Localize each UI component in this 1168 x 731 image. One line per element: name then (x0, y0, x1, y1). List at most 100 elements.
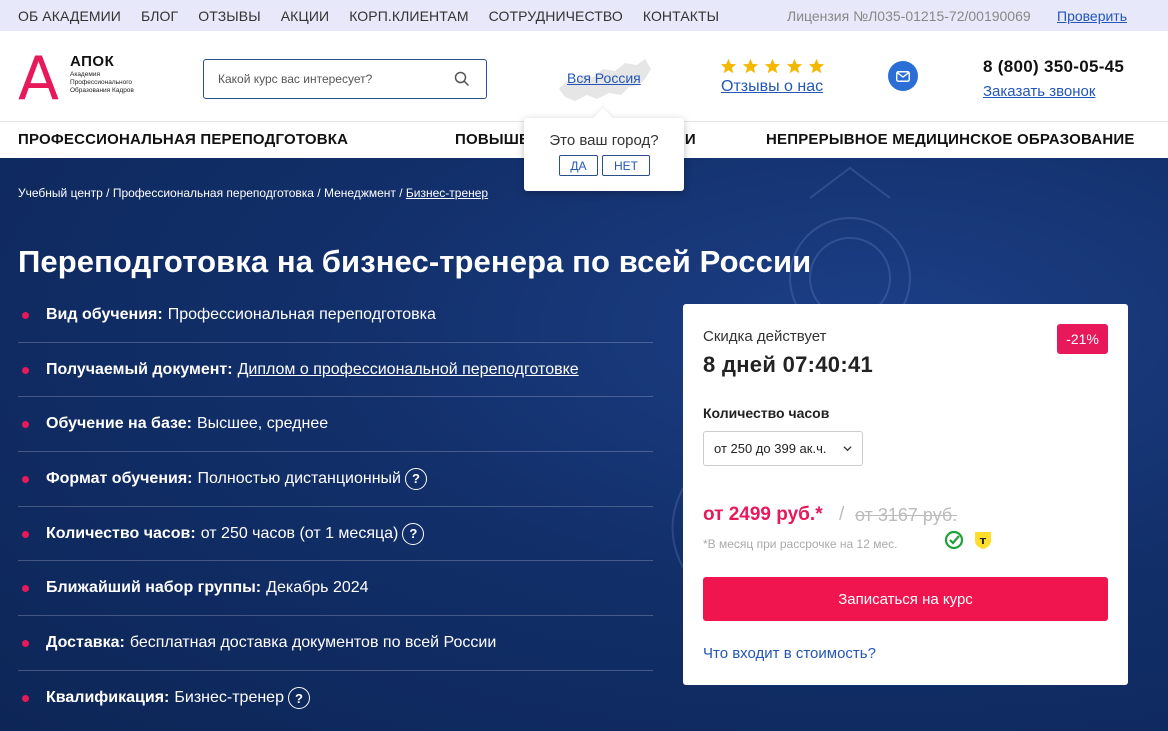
included-link[interactable]: Что входит в стоимость? (703, 645, 876, 662)
region-link[interactable]: Вся Россия (567, 70, 641, 86)
hero-section: Учебный центр / Профессиональная перепод… (0, 158, 1168, 731)
property-item: Ближайший набор группы: Декабрь 2024 (18, 561, 653, 617)
city-no-button[interactable]: НЕТ (602, 155, 650, 176)
mail-button[interactable] (888, 61, 918, 91)
price-separator: / (839, 504, 845, 525)
top-nav: ОБ АКАДЕМИИ БЛОГ ОТЗЫВЫ АКЦИИ КОРП.КЛИЕН… (18, 8, 719, 24)
sber-pay-icon (944, 530, 964, 550)
help-icon[interactable]: ? (287, 687, 310, 710)
search-placeholder: Какой курс вас интересует? (218, 72, 373, 86)
tinkoff-letter: т (980, 534, 987, 547)
star-icon (720, 58, 737, 74)
property-label: Вид обучения: (46, 305, 163, 323)
discount-badge: -21% (1057, 324, 1108, 354)
top-nav-reviews[interactable]: ОТЗЫВЫ (198, 8, 260, 24)
help-icon[interactable]: ? (402, 522, 425, 545)
discount-timer: 8 дней 07:40:41 (703, 352, 874, 377)
installment-note: *В месяц при рассрочке на 12 мес. (703, 537, 898, 551)
top-nav-contacts[interactable]: КОНТАКТЫ (643, 8, 719, 24)
region-selector[interactable]: Вся Россия (553, 51, 653, 111)
city-question: Это ваш город? (549, 132, 659, 149)
logo-title: АПОК (70, 53, 115, 70)
star-icon (764, 58, 781, 74)
breadcrumb-item[interactable]: Учебный центр (18, 186, 103, 200)
bullet-dot (22, 421, 29, 429)
enroll-button[interactable]: Записаться на курс (703, 577, 1108, 621)
star-icon (742, 58, 759, 74)
bullet-dot (22, 366, 29, 374)
phone-number[interactable]: 8 (800) 350-05-45 (983, 57, 1124, 77)
header: А АПОК Академия Профессионального Образо… (0, 31, 1168, 121)
property-label: Получаемый документ: (46, 360, 233, 378)
price-card: Скидка действует 8 дней 07:40:41 -21% Ко… (683, 304, 1128, 685)
city-yes-button[interactable]: ДА (559, 155, 598, 176)
property-item: Доставка: бесплатная доставка документов… (18, 616, 653, 671)
bullet-dot (22, 585, 29, 593)
tinkoff-pay-icon: т (975, 532, 991, 549)
breadcrumb-item[interactable]: Менеджмент (324, 186, 396, 200)
top-nav-promos[interactable]: АКЦИИ (281, 8, 329, 24)
top-nav-partnership[interactable]: СОТРУДНИЧЕСТВО (489, 8, 623, 24)
property-item: Формат обучения: Полностью дистанционный… (18, 452, 653, 507)
property-value: Полностью дистанционный (197, 469, 402, 487)
property-label: Обучение на базе: (46, 415, 192, 433)
property-label: Формат обучения: (46, 469, 193, 487)
top-nav-corporate[interactable]: КОРП.КЛИЕНТАМ (349, 8, 468, 24)
property-item: Обучение на базе: Высшее, среднее (18, 397, 653, 453)
top-nav-about[interactable]: ОБ АКАДЕМИИ (18, 8, 121, 24)
rating-stars (720, 58, 825, 75)
property-item: Квалификация: Бизнес-тренер ? (18, 671, 653, 726)
property-label: Доставка: (46, 633, 125, 651)
bullet-dot (22, 311, 29, 319)
chevron-down-icon (843, 446, 852, 452)
property-item: Вид обучения: Профессиональная переподго… (18, 288, 653, 343)
property-value: Бизнес-тренер (174, 689, 284, 707)
breadcrumb-current[interactable]: Бизнес-тренер (406, 186, 488, 200)
property-value: от 250 часов (от 1 месяца) (200, 524, 399, 542)
main-nav-medical[interactable]: НЕПРЕРЫВНОЕ МЕДИЦИНСКОЕ ОБРАЗОВАНИЕ (766, 131, 1135, 148)
hours-selected-value: от 250 до 399 ак.ч. (714, 441, 827, 456)
help-icon[interactable]: ? (405, 467, 427, 490)
bullet-dot (22, 475, 29, 483)
breadcrumb-item[interactable]: Профессиональная переподготовка (113, 186, 314, 200)
main-nav-retraining[interactable]: ПРОФЕССИОНАЛЬНАЯ ПЕРЕПОДГОТОВКА (18, 131, 348, 148)
mail-icon (896, 70, 910, 82)
city-buttons: ДА НЕТ (559, 155, 650, 176)
breadcrumb-separator: / (317, 186, 324, 200)
license-text: Лицензия №Л035-01215-72/00190069 (787, 7, 1031, 24)
property-value: Профессиональная переподготовка (167, 305, 436, 323)
property-value: Декабрь 2024 (266, 579, 369, 597)
city-confirm-popup: Это ваш город? ДА НЕТ (524, 118, 684, 191)
callback-link[interactable]: Заказать звонок (983, 83, 1095, 100)
breadcrumb-separator: / (106, 186, 113, 200)
bullet-dot (22, 530, 29, 538)
property-value: бесплатная доставка документов по всей Р… (129, 633, 497, 651)
current-price: от 2499 руб.* (703, 504, 823, 525)
top-nav-blog[interactable]: БЛОГ (141, 8, 178, 24)
document-link[interactable]: Диплом о профессиональной переподготовке (238, 361, 579, 379)
search-icon[interactable] (454, 71, 470, 87)
breadcrumb-separator: / (399, 186, 406, 200)
logo[interactable]: А АПОК Академия Профессионального Образо… (18, 49, 148, 109)
property-item: Получаемый документ: Диплом о профессион… (18, 343, 653, 398)
property-item: Количество часов: от 250 часов (от 1 мес… (18, 507, 653, 562)
reviews-link[interactable]: Отзывы о нас (721, 78, 823, 96)
bullet-dot (22, 639, 29, 647)
search-input[interactable]: Какой курс вас интересует? (203, 59, 487, 99)
hours-select[interactable]: от 250 до 399 ак.ч. (703, 431, 863, 466)
property-label: Количество часов: (46, 524, 196, 542)
logo-subtitle: Академия Профессионального Образования К… (70, 71, 134, 94)
property-value: Высшее, среднее (197, 415, 329, 433)
property-label: Ближайший набор группы: (46, 579, 262, 597)
bullet-dot (22, 695, 29, 703)
discount-label: Скидка действует (703, 328, 827, 345)
verify-license-link[interactable]: Проверить (1057, 0, 1127, 31)
star-icon (786, 58, 803, 74)
property-label: Квалификация: (46, 689, 170, 707)
page-title: Переподготовка на бизнес-тренера по всей… (18, 244, 812, 279)
star-icon (808, 58, 825, 74)
breadcrumb: Учебный центр / Профессиональная перепод… (18, 186, 488, 200)
course-properties: Вид обучения: Профессиональная переподго… (18, 288, 653, 726)
old-price: от 3167 руб. (855, 505, 958, 525)
hours-label: Количество часов (703, 405, 830, 421)
